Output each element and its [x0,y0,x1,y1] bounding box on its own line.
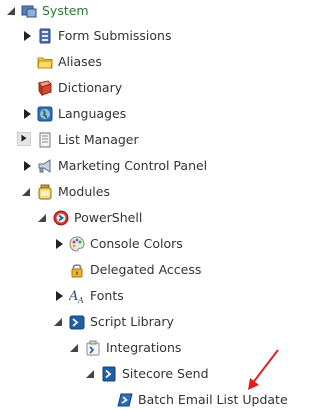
list-icon [39,132,51,148]
tree-item-label: Languages [58,106,127,121]
powershell-icon [53,210,69,226]
svg-text:A: A [77,296,84,304]
tree-item-label: Script Library [90,314,174,329]
collapsed-triangle-icon[interactable] [52,237,66,251]
tree-item-delegated-access[interactable]: Delegated Access [0,260,286,280]
tree-item-system[interactable]: System [0,1,286,21]
lock-icon [71,264,83,278]
tree-item-integrations[interactable]: Integrations [0,338,286,358]
tree-item-form-submissions[interactable]: Form Submissions [0,26,286,46]
tree-item-sitecore-send[interactable]: Sitecore Send [0,364,286,384]
expanded-triangle-icon[interactable] [36,211,50,225]
system-icon [21,5,37,18]
expanded-triangle-icon[interactable] [52,315,66,329]
palette-icon [69,236,85,252]
tree-item-label: PowerShell [74,210,143,225]
tree-item-label: Integrations [106,340,182,355]
form-icon [39,28,51,44]
fonts-icon: A A [69,289,84,304]
tree-item-label: Batch Email List Update [138,392,288,407]
tree-item-marketing-control-panel[interactable]: Marketing Control Panel [0,156,286,176]
tree-item-label: List Manager [58,132,139,147]
collapsed-triangle-icon[interactable] [52,289,66,303]
script-icon [117,393,133,407]
tree-item-console-colors[interactable]: Console Colors [0,234,286,254]
tree-item-label: Aliases [58,54,102,69]
expanded-triangle-icon[interactable] [5,4,19,18]
tree-item-list-manager[interactable]: List Manager [0,130,286,150]
tree-item-languages[interactable]: Languages [0,104,286,124]
tree-item-label: System [42,3,89,18]
expanded-triangle-icon[interactable] [20,185,34,199]
tree-item-label: Delegated Access [90,262,202,277]
tree-item-label: Marketing Control Panel [58,158,208,173]
collapsed-triangle-icon[interactable] [20,29,34,43]
tree-item-batch-email-list-update[interactable]: Batch Email List Update [0,390,288,410]
book-icon [38,80,52,96]
tree-item-label: Fonts [90,288,124,303]
tree-item-label: Sitecore Send [122,366,209,381]
tree-item-aliases[interactable]: Aliases [0,52,286,72]
tree-item-powershell[interactable]: PowerShell [0,208,286,228]
collapsed-triangle-icon[interactable] [20,107,34,121]
svg-text:A: A [69,289,78,304]
tree-item-label: Dictionary [58,80,123,95]
jar-icon [38,184,52,200]
tree-item-label: Modules [58,184,110,199]
expanded-triangle-icon[interactable] [84,367,98,381]
tree-item-label: Form Submissions [58,28,172,43]
globe-icon [37,106,53,122]
megaphone-icon [38,159,51,173]
tree-item-dictionary[interactable]: Dictionary [0,78,286,98]
expanded-triangle-icon[interactable] [68,341,82,355]
script-library-icon [69,315,85,330]
script-module-icon [102,366,116,382]
collapsed-triangle-icon[interactable] [20,159,34,173]
integrations-icon [86,340,100,356]
tree-item-fonts[interactable]: A A Fonts [0,286,286,306]
folder-icon [37,57,53,69]
tree-item-script-library[interactable]: Script Library [0,312,286,332]
tree-item-label: Console Colors [90,236,183,251]
collapsed-toggle-button[interactable] [17,132,31,146]
tree-item-modules[interactable]: Modules [0,182,286,202]
